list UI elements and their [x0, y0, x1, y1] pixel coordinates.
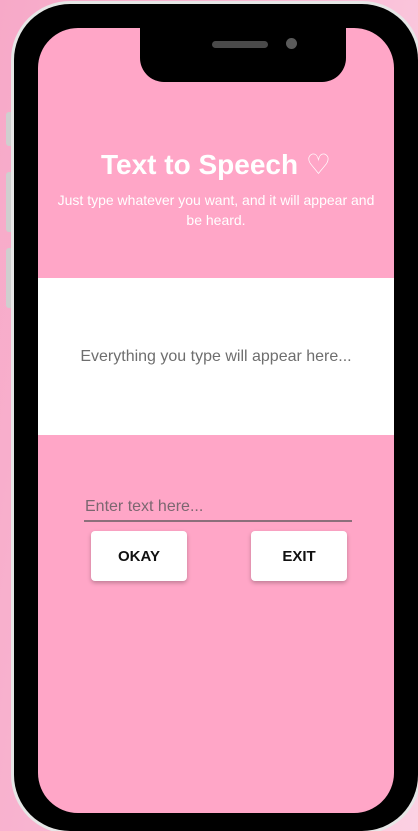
- spoken-text-display: Everything you type will appear here...: [38, 278, 394, 435]
- app-subtitle: Just type whatever you want, and it will…: [57, 192, 375, 228]
- app-title: Text to Speech ♡: [101, 149, 331, 180]
- app-screen: Text to Speech ♡ Just type whatever you …: [38, 28, 394, 813]
- text-input[interactable]: [84, 494, 352, 522]
- phone-side-button-1: [6, 112, 14, 146]
- speaker-grille: [212, 41, 268, 48]
- okay-button[interactable]: OKAY: [91, 531, 187, 581]
- display-placeholder-text: Everything you type will appear here...: [80, 347, 352, 365]
- exit-button[interactable]: EXIT: [251, 531, 347, 581]
- phone-side-button-2: [6, 172, 14, 232]
- phone-frame: Text to Speech ♡ Just type whatever you …: [14, 4, 418, 831]
- camera-icon: [286, 38, 297, 49]
- phone-notch: [140, 28, 346, 82]
- phone-side-button-3: [6, 248, 14, 308]
